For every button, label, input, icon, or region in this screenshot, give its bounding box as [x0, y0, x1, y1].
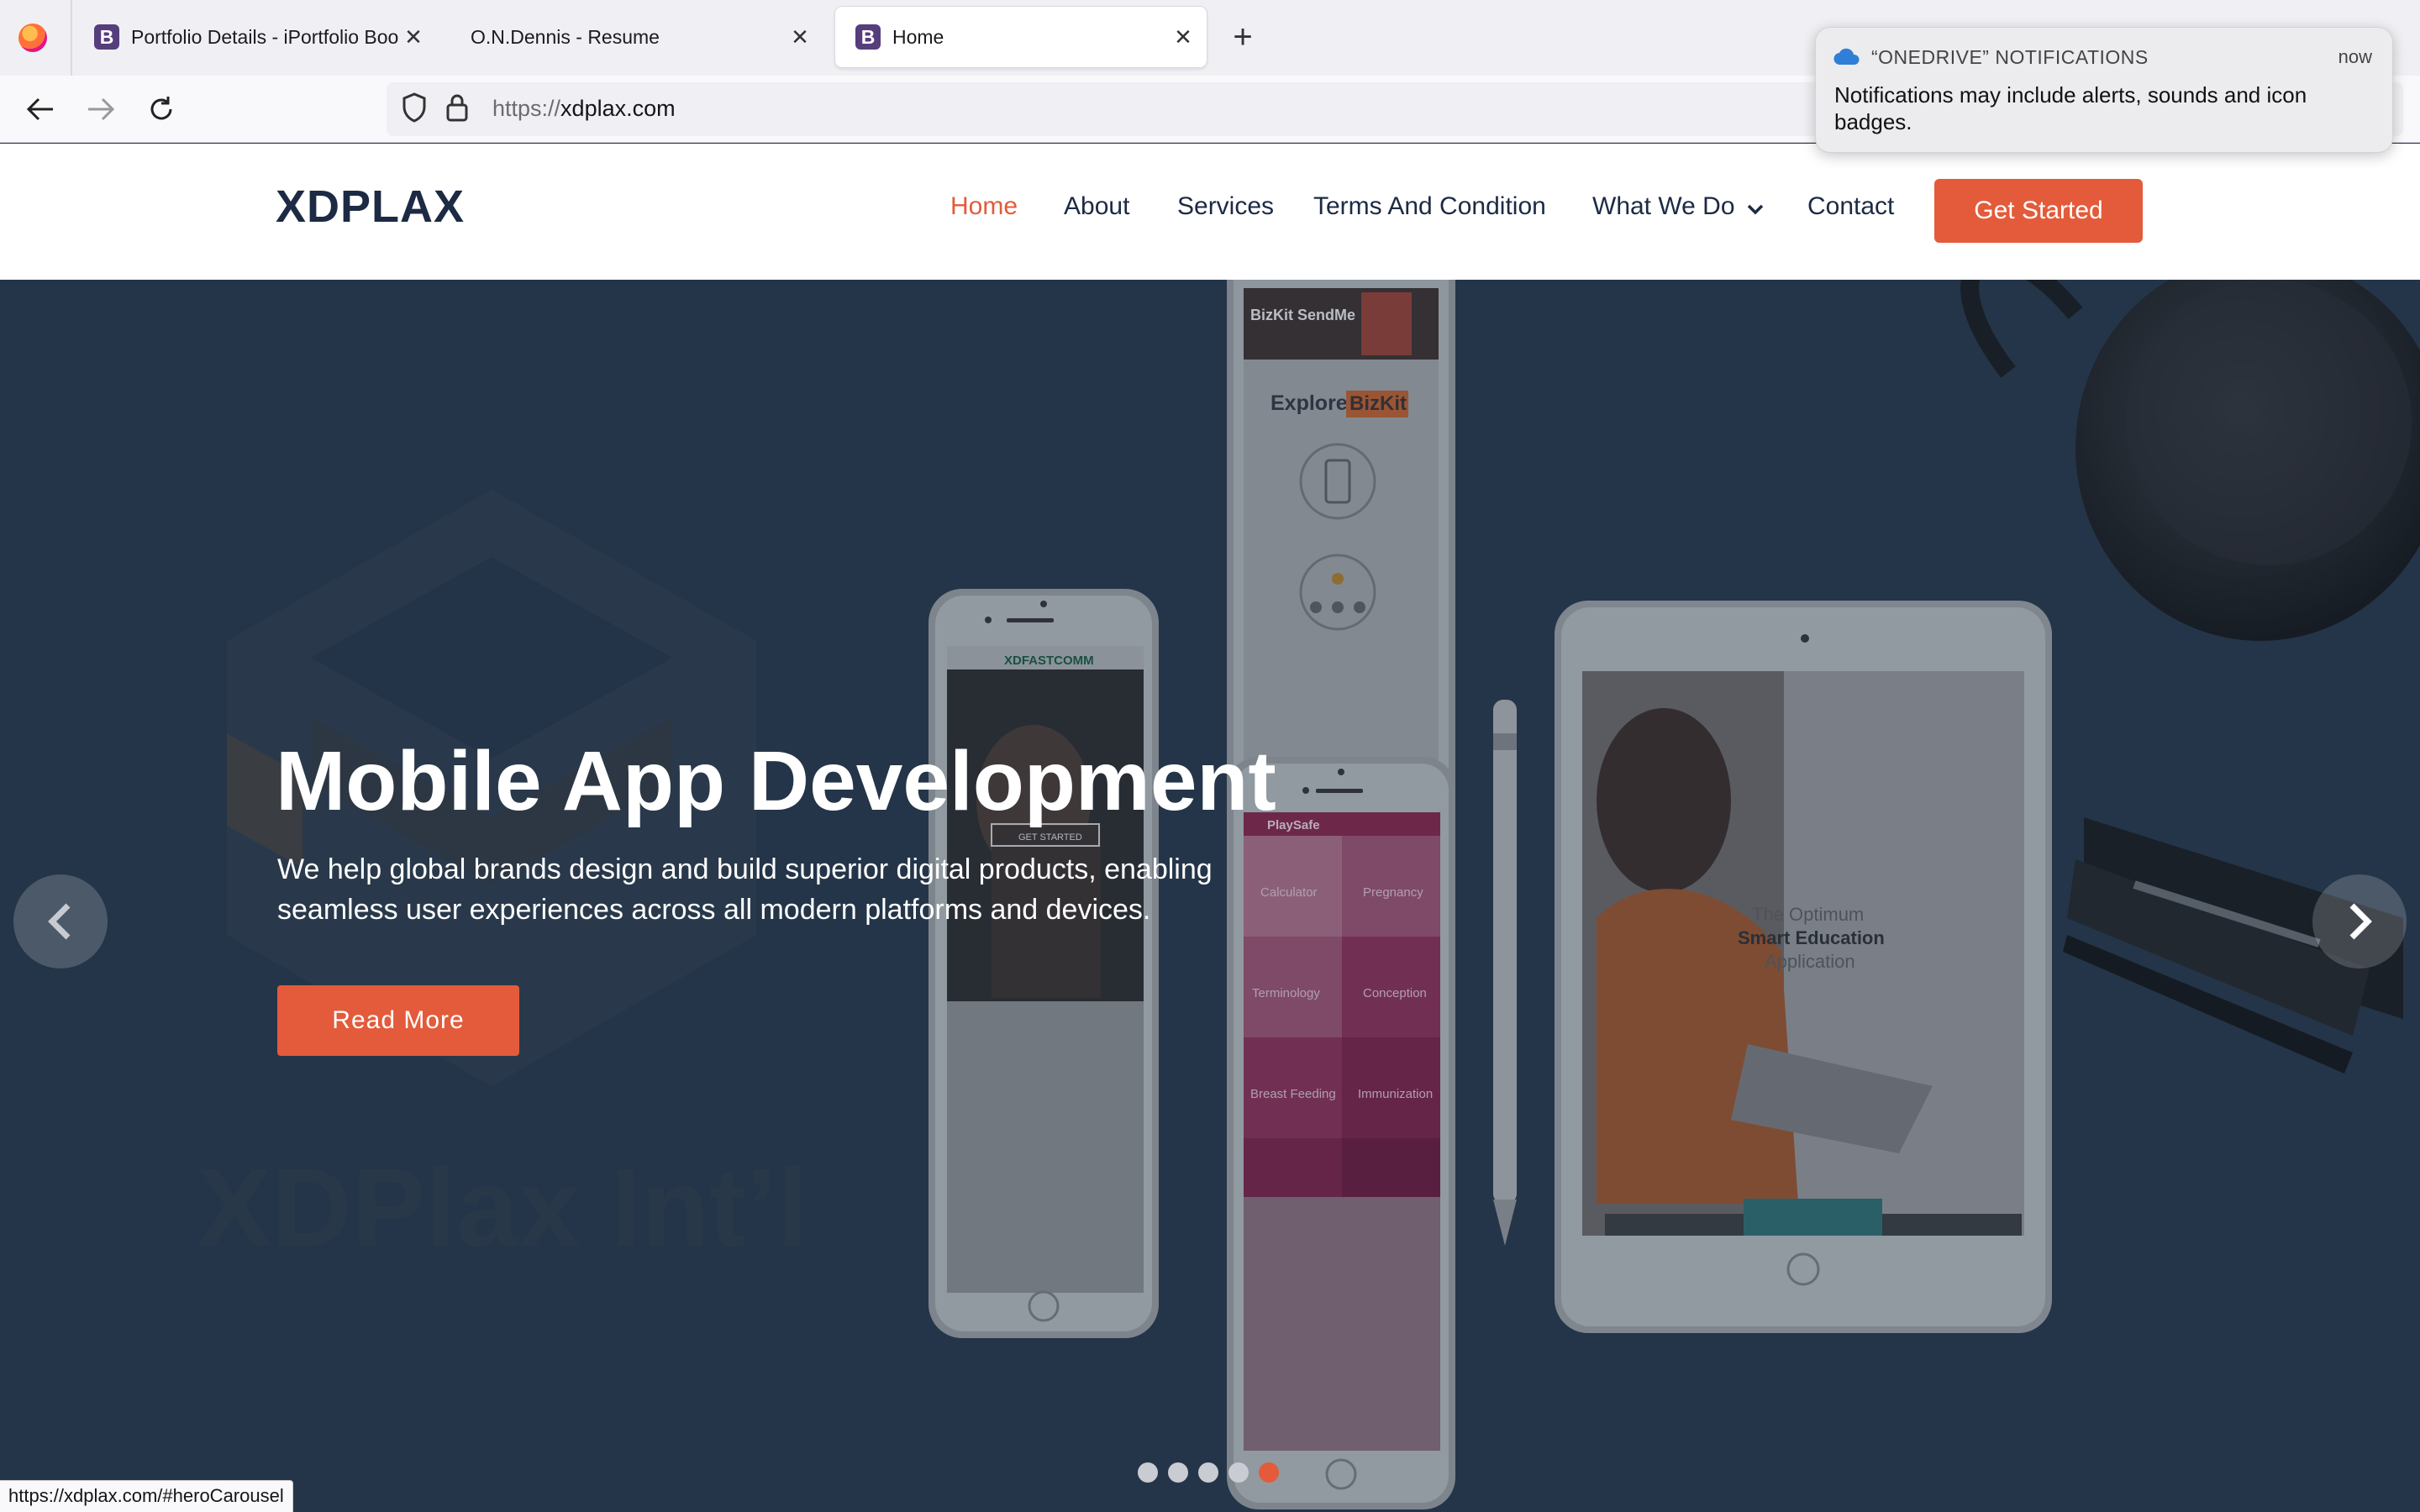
get-started-button[interactable]: Get Started	[1934, 179, 2143, 243]
site-logo[interactable]: XDPLAX	[276, 181, 465, 233]
site-header: XDPLAX Home About Services Terms And Con…	[0, 144, 2420, 280]
nav-label: What We Do	[1592, 192, 1735, 220]
chevron-right-icon	[2349, 903, 2372, 940]
tab-title: Portfolio Details - iPortfolio Bootstrap…	[131, 25, 398, 48]
hero-title: Mobile App Development	[276, 734, 1276, 828]
close-icon[interactable]: ✕	[785, 24, 815, 50]
tab-separator	[71, 0, 72, 76]
tab-portfolio-details[interactable]: B Portfolio Details - iPortfolio Bootstr…	[74, 7, 437, 67]
url-text[interactable]: https://xdplax.com	[492, 96, 676, 122]
bootstrap-favicon-icon: B	[94, 24, 119, 50]
nav-link-home[interactable]: Home	[950, 192, 1018, 221]
carousel-prev-button[interactable]	[13, 874, 108, 969]
bootstrap-favicon-icon: B	[855, 24, 881, 50]
carousel-indicator-3[interactable]	[1198, 1462, 1218, 1483]
read-more-button[interactable]: Read More	[277, 985, 519, 1056]
carousel-indicator-2[interactable]	[1168, 1462, 1188, 1483]
nav-link-terms[interactable]: Terms And Condition	[1313, 192, 1546, 221]
new-tab-plus-icon[interactable]: +	[1225, 17, 1260, 57]
chevron-down-icon	[1747, 193, 1764, 222]
forward-arrow-icon[interactable]	[76, 84, 126, 134]
lock-icon[interactable]	[445, 92, 469, 127]
carousel-next-button[interactable]	[2312, 874, 2407, 969]
notification-message: Notifications may include alerts, sounds…	[1834, 82, 2307, 134]
tab-home[interactable]: B Home ✕	[835, 7, 1207, 67]
tab-title: Home	[892, 25, 944, 48]
carousel-indicators	[1138, 1462, 1279, 1483]
notification-time: now	[2338, 46, 2372, 67]
back-arrow-icon[interactable]	[15, 84, 66, 134]
cloud-icon	[1833, 46, 1861, 71]
link-status-bar: https://xdplax.com/#heroCarousel	[0, 1480, 293, 1512]
tab-title: O.N.Dennis - Resume	[471, 25, 660, 48]
notification-app-name: “ONEDRIVE” NOTIFICATIONS	[1871, 46, 2149, 68]
nav-link-what-we-do[interactable]: What We Do	[1592, 192, 1764, 222]
tab-resume[interactable]: O.N.Dennis - Resume ✕	[454, 7, 823, 67]
close-icon[interactable]: ✕	[1168, 24, 1198, 50]
carousel-indicator-4[interactable]	[1228, 1462, 1249, 1483]
onedrive-notification[interactable]: “ONEDRIVE” NOTIFICATIONS now Notificatio…	[1815, 27, 2393, 153]
hero-subtitle: We help global brands design and build s…	[277, 853, 1213, 926]
chevron-left-icon	[48, 903, 71, 940]
close-icon[interactable]: ✕	[398, 24, 429, 50]
nav-link-about[interactable]: About	[1064, 192, 1129, 221]
nav-link-contact[interactable]: Contact	[1807, 192, 1894, 221]
reload-icon[interactable]	[136, 84, 187, 134]
carousel-indicator-5[interactable]	[1259, 1462, 1279, 1483]
carousel-indicator-1[interactable]	[1138, 1462, 1158, 1483]
firefox-logo-icon[interactable]	[18, 24, 47, 52]
shield-icon[interactable]	[402, 92, 427, 127]
nav-link-services[interactable]: Services	[1177, 192, 1274, 221]
hero-carousel: XDPlax Int’l BizKit SendMe Explore BizKi…	[0, 280, 2420, 1512]
